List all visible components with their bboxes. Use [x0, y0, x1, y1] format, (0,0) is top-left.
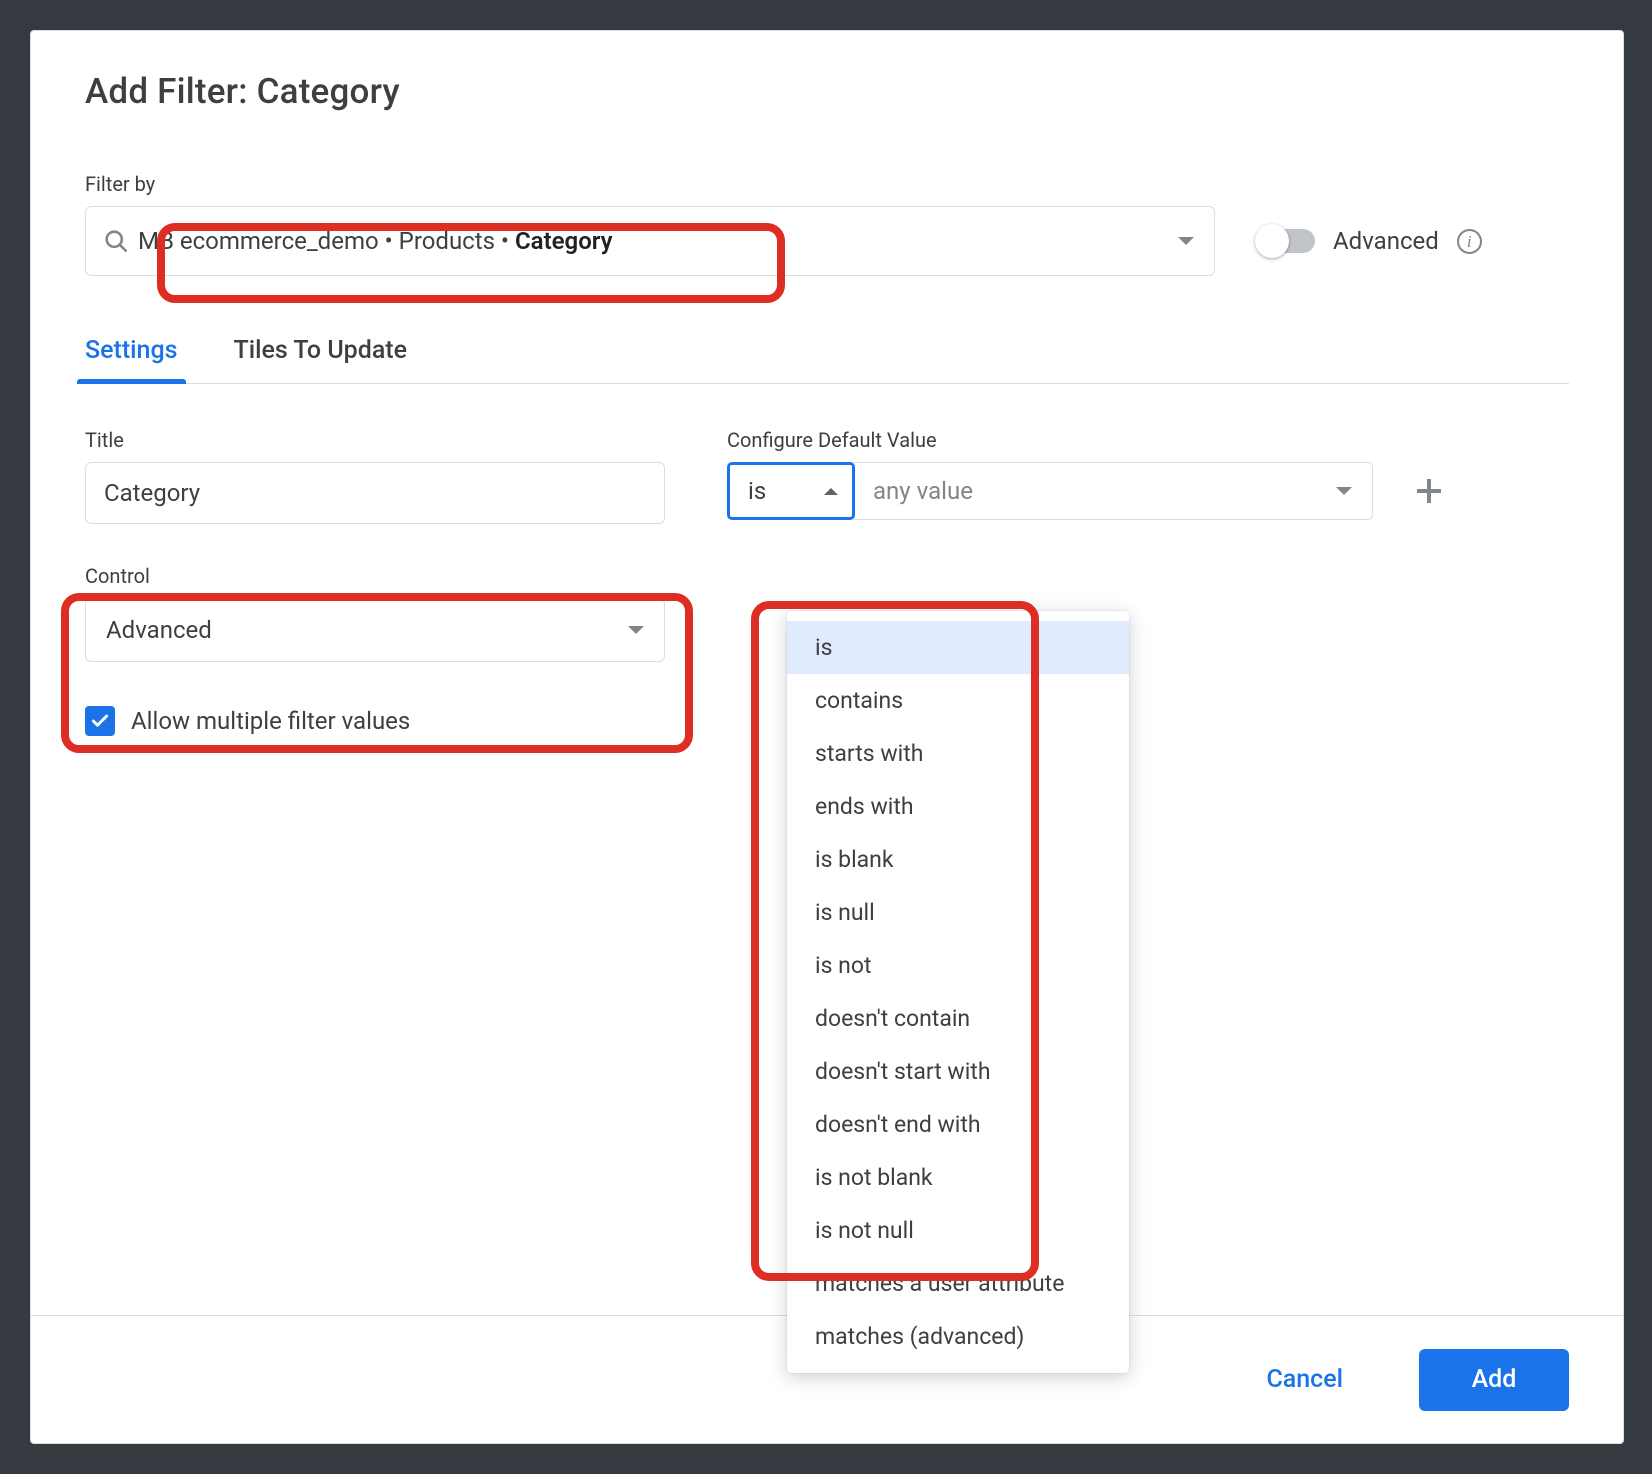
- info-icon[interactable]: i: [1457, 229, 1482, 254]
- allow-multiple-checkbox[interactable]: [85, 706, 115, 736]
- operator-option[interactable]: starts with: [787, 727, 1129, 780]
- title-label: Title: [85, 428, 665, 452]
- filter-by-field[interactable]: MB ecommerce_demo • Products • Category: [85, 206, 1215, 276]
- add-condition-button[interactable]: [1409, 471, 1449, 511]
- operator-option[interactable]: is not blank: [787, 1151, 1129, 1204]
- add-filter-dialog: Add Filter: Category Filter by MB ecomme…: [30, 30, 1624, 1444]
- operator-option[interactable]: is not null: [787, 1204, 1129, 1257]
- cancel-button[interactable]: Cancel: [1232, 1349, 1377, 1411]
- advanced-toggle[interactable]: [1259, 229, 1315, 253]
- default-value-select[interactable]: any value: [853, 462, 1373, 520]
- operator-option[interactable]: is blank: [787, 833, 1129, 886]
- tab-settings[interactable]: Settings: [85, 336, 178, 383]
- allow-multiple-label: Allow multiple filter values: [131, 707, 410, 735]
- operator-option[interactable]: contains: [787, 674, 1129, 727]
- add-button[interactable]: Add: [1419, 1349, 1569, 1411]
- operator-option[interactable]: is not: [787, 939, 1129, 992]
- operator-option[interactable]: doesn't start with: [787, 1045, 1129, 1098]
- control-select[interactable]: Advanced: [85, 598, 665, 662]
- default-value-placeholder: any value: [873, 477, 973, 505]
- operator-option[interactable]: is: [787, 621, 1129, 674]
- dialog-title: Add Filter: Category: [85, 71, 1569, 112]
- chevron-down-icon: [1178, 237, 1194, 245]
- operator-select[interactable]: is: [727, 462, 855, 520]
- operator-dropdown: iscontainsstarts withends withis blankis…: [787, 611, 1129, 1373]
- advanced-toggle-label: Advanced: [1333, 227, 1439, 255]
- title-input[interactable]: [85, 462, 665, 524]
- control-label: Control: [85, 564, 665, 588]
- operator-select-value: is: [748, 477, 766, 505]
- control-select-value: Advanced: [106, 616, 212, 644]
- plus-icon: [1417, 479, 1441, 503]
- chevron-up-icon: [824, 488, 838, 495]
- filter-path-field: Category: [515, 227, 613, 255]
- operator-option[interactable]: ends with: [787, 780, 1129, 833]
- chevron-down-icon: [628, 626, 644, 634]
- operator-option[interactable]: doesn't end with: [787, 1098, 1129, 1151]
- operator-option[interactable]: is null: [787, 886, 1129, 939]
- filter-by-path: MB ecommerce_demo • Products • Category: [138, 227, 1178, 255]
- toggle-knob: [1255, 224, 1289, 258]
- tab-tiles-to-update[interactable]: Tiles To Update: [234, 336, 408, 383]
- chevron-down-icon: [1336, 487, 1352, 495]
- operator-option[interactable]: matches (advanced): [787, 1310, 1129, 1363]
- default-value-label: Configure Default Value: [727, 428, 1569, 452]
- tabs: Settings Tiles To Update: [85, 336, 1569, 384]
- filter-path-prefix: MB ecommerce_demo • Products •: [138, 227, 515, 255]
- check-icon: [90, 711, 110, 731]
- filter-by-label: Filter by: [85, 172, 1569, 196]
- operator-option[interactable]: doesn't contain: [787, 992, 1129, 1045]
- search-icon: [102, 227, 130, 255]
- operator-option[interactable]: matches a user attribute: [787, 1257, 1129, 1310]
